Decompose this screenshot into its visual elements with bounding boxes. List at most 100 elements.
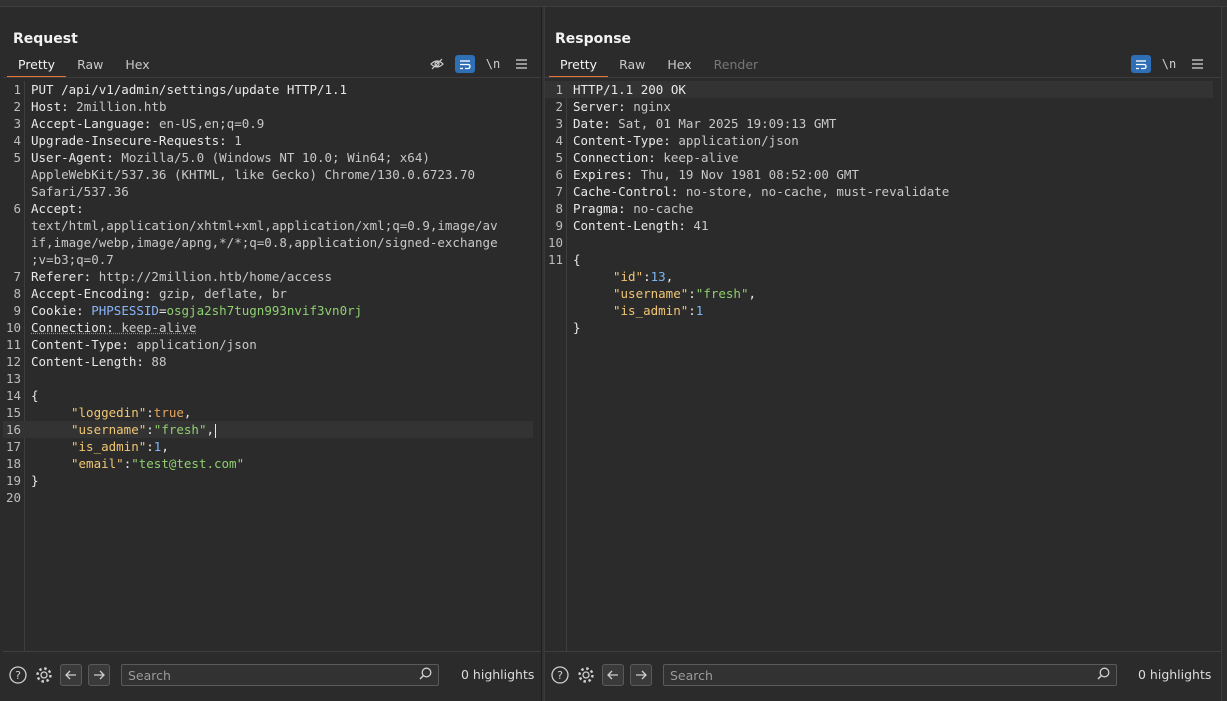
code-line: }: [545, 319, 1213, 336]
newline-toggle-button[interactable]: \n: [483, 55, 503, 73]
header-value: keep-alive: [655, 150, 739, 165]
line-text: {: [31, 388, 39, 403]
menu-icon[interactable]: [511, 55, 531, 73]
previous-match-button[interactable]: [602, 664, 624, 686]
wrapped-line: Safari/537.36: [31, 184, 129, 199]
code-line: 4 Content-Type: application/json: [545, 132, 1213, 149]
code-line: 2 Host: 2million.htb: [3, 98, 533, 115]
line-number: 10: [547, 235, 563, 250]
request-tab-raw[interactable]: Raw: [66, 57, 114, 78]
header-name: Upgrade-Insecure-Requests:: [31, 133, 227, 148]
line-text: }: [31, 473, 39, 488]
header-value: no-cache: [625, 201, 694, 216]
header-name: Server:: [573, 99, 626, 114]
response-tabs: Pretty Raw Hex Render: [549, 57, 769, 78]
response-lines: 1 HTTP/1.1 200 OK 2 Server: nginx 3 Date: Sat…: [545, 81, 1213, 336]
header-value: en-US,en;q=0.9: [151, 116, 265, 131]
response-editor[interactable]: 1 HTTP/1.1 200 OK 2 Server: nginx 3 Date: Sat…: [545, 81, 1221, 651]
line-number: 6: [555, 167, 563, 182]
line-content: Content-Length: 88: [31, 353, 166, 370]
line-content: }: [573, 319, 581, 336]
line-number: 17: [5, 439, 21, 454]
line-number: 5: [555, 150, 563, 165]
next-match-button[interactable]: [630, 664, 652, 686]
response-tab-raw[interactable]: Raw: [608, 57, 656, 78]
settings-gear-icon[interactable]: [575, 664, 597, 686]
line-content: Accept-Language: en-US,en;q=0.9: [31, 115, 264, 132]
line-number: 16: [5, 422, 21, 437]
line-content: }: [31, 472, 39, 489]
json-punct: ,: [206, 422, 215, 437]
code-line: 8 Accept-Encoding: gzip, deflate, br: [3, 285, 533, 302]
header-value: Sat, 01 Mar 2025 19:09:13 GMT: [610, 116, 837, 131]
wrapped-line: AppleWebKit/537.36 (KHTML, like Gecko) C…: [31, 167, 476, 182]
header-value: keep-alive: [113, 320, 197, 335]
line-number: 7: [555, 184, 563, 199]
response-tab-hex[interactable]: Hex: [656, 57, 702, 78]
response-tab-pretty[interactable]: Pretty: [549, 57, 609, 78]
word-wrap-icon[interactable]: [455, 55, 475, 73]
json-key: "is_admin": [613, 303, 689, 318]
line-number: 14: [5, 388, 21, 403]
line-number: 1: [13, 82, 21, 97]
json-punct: ,: [161, 439, 169, 454]
newline-toggle-button[interactable]: \n: [1159, 55, 1179, 73]
code-line: 3 Accept-Language: en-US,en;q=0.9: [3, 115, 533, 132]
settings-gear-icon[interactable]: [33, 664, 55, 686]
next-match-button[interactable]: [88, 664, 110, 686]
header-name: Expires:: [573, 167, 634, 182]
code-line: 5 Connection: keep-alive: [545, 149, 1213, 166]
header-value: 88: [143, 354, 167, 369]
word-wrap-icon[interactable]: [1131, 55, 1151, 73]
line-number: 6: [13, 201, 21, 216]
line-number: 18: [5, 456, 21, 471]
wrapped-line: text/html,application/xhtml+xml,applicat…: [31, 218, 498, 233]
line-number: 12: [5, 354, 21, 369]
help-icon[interactable]: ?: [7, 664, 29, 686]
json-value: 1: [695, 303, 704, 318]
line-number: 11: [547, 252, 563, 267]
line-number: 8: [555, 201, 563, 216]
line-text: HTTP/1.1 200 OK: [573, 82, 686, 97]
text-caret: [215, 423, 217, 438]
line-content: {: [573, 251, 581, 268]
request-editor[interactable]: 1 PUT /api/v1/admin/settings/update HTTP/…: [3, 81, 541, 651]
help-icon[interactable]: ?: [549, 664, 571, 686]
search-icon[interactable]: [419, 667, 432, 684]
line-content: {: [31, 387, 39, 404]
code-line: 1 HTTP/1.1 200 OK: [545, 81, 1213, 98]
search-icon[interactable]: [1097, 667, 1110, 684]
line-content: Cache-Control: no-store, no-cache, must-…: [573, 183, 949, 200]
previous-match-button[interactable]: [60, 664, 82, 686]
response-tab-render[interactable]: Render: [703, 57, 770, 78]
wrapped-line: ;v=b3;q=0.7: [31, 252, 114, 267]
response-search-input[interactable]: [670, 667, 1055, 684]
request-tabs-rule: [3, 77, 541, 78]
request-tab-pretty[interactable]: Pretty: [7, 57, 67, 78]
header-value: 41: [685, 218, 709, 233]
response-title: Response: [555, 31, 632, 47]
request-search-input[interactable]: [128, 667, 397, 684]
code-line: 15 "loggedin":true,: [3, 404, 533, 421]
request-tab-hex[interactable]: Hex: [114, 57, 160, 78]
json-value: "fresh": [695, 286, 749, 301]
json-punct: ,: [183, 405, 192, 420]
header-name: Content-Type:: [573, 133, 671, 148]
svg-text:?: ?: [557, 669, 563, 682]
line-content: Connection: keep-alive: [31, 319, 197, 336]
line-number: 20: [5, 490, 21, 505]
menu-icon[interactable]: [1187, 55, 1207, 73]
header-name: Connection:: [31, 320, 114, 335]
hide-non-printable-icon[interactable]: [427, 55, 447, 73]
json-punct: ,: [665, 269, 674, 284]
json-punct: ,: [748, 286, 757, 301]
line-content: "is_admin":1: [613, 303, 704, 318]
code-line: 11 {: [545, 251, 1213, 268]
response-search-box: [663, 664, 1117, 686]
header-name: Cache-Control:: [573, 184, 679, 199]
header-name: Content-Length:: [573, 218, 686, 233]
code-line: 6 Accept:: [3, 200, 533, 217]
line-content: "id":13,: [613, 269, 674, 284]
line-number: 11: [5, 337, 21, 352]
code-line: 17 "is_admin":1,: [3, 438, 533, 455]
